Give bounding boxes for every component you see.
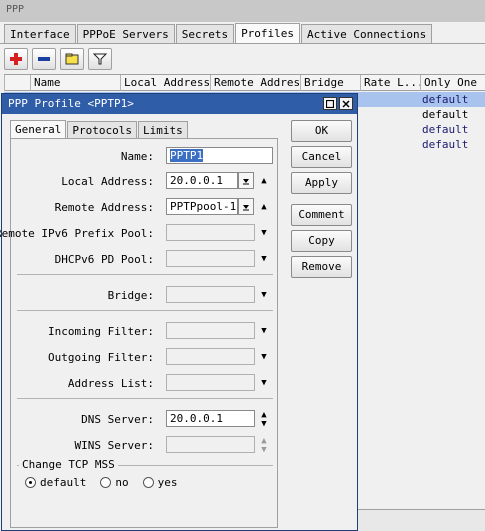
name-label: Name:	[120, 150, 154, 163]
remote-address-dropdown[interactable]	[238, 198, 254, 215]
radio-selected-icon	[25, 477, 36, 488]
local-address-label: Local Address:	[61, 175, 154, 188]
radio-yes[interactable]: yes	[142, 476, 178, 489]
only-one-cell: default	[422, 93, 469, 106]
comment-button[interactable]: Comment	[291, 204, 352, 226]
tabs-divider	[0, 43, 485, 44]
incoming-filter-input[interactable]	[166, 322, 255, 339]
minus-icon	[38, 57, 50, 61]
main-tabs: Interface PPPoE Servers Secrets Profiles…	[4, 23, 433, 44]
status-bar	[358, 509, 485, 531]
expand-down-arrow-icon[interactable]: ▼	[258, 289, 270, 301]
address-list-label: Address List:	[67, 377, 154, 390]
maximize-icon	[326, 99, 334, 108]
expand-down-arrow-icon[interactable]: ▼	[258, 351, 270, 363]
ppp-profile-dialog: PPP Profile <PPTP1> General Protocols Li…	[0, 93, 358, 531]
bridge-input[interactable]	[166, 286, 255, 303]
ok-button[interactable]: OK	[291, 120, 352, 142]
wins-server-label: WINS Server:	[74, 439, 154, 452]
only-one-cell: default	[422, 123, 469, 136]
dropdown-arrow-icon	[243, 204, 249, 210]
section-divider	[17, 310, 273, 311]
tab-profiles[interactable]: Profiles	[235, 23, 301, 44]
tcp-mss-group-label: Change TCP MSS	[19, 458, 118, 471]
add-button[interactable]	[4, 48, 28, 70]
table-header: Name Local Address Remote Address Bridge…	[4, 74, 485, 91]
tab-limits[interactable]: Limits	[137, 121, 188, 138]
copy-button[interactable]: Copy	[291, 230, 352, 252]
collapse-up-arrow-icon[interactable]: ▲	[258, 175, 270, 187]
expand-down-arrow-icon[interactable]: ▼	[258, 227, 270, 239]
tab-active-connections[interactable]: Active Connections	[301, 24, 433, 44]
name-value: PPTP1	[170, 149, 204, 162]
only-one-cell: default	[422, 108, 469, 121]
ipv6-pool-input[interactable]	[166, 224, 255, 241]
name-input[interactable]: PPTP1	[166, 147, 273, 164]
radio-unselected-icon	[142, 477, 154, 488]
remote-address-label: Remote Address:	[54, 201, 154, 214]
outgoing-filter-input[interactable]	[166, 348, 255, 365]
tab-general[interactable]: General	[10, 120, 67, 138]
outgoing-filter-label: Outgoing Filter:	[48, 351, 154, 364]
filter-button[interactable]	[88, 48, 112, 70]
radio-label: default	[40, 476, 87, 489]
close-icon	[342, 99, 350, 108]
move-down-arrow-icon[interactable]: ▼	[258, 418, 270, 430]
dropdown-arrow-icon	[243, 178, 249, 184]
close-button[interactable]	[339, 97, 353, 110]
column-header-only-one[interactable]: Only One	[420, 75, 485, 91]
plus-icon	[10, 53, 22, 65]
tab-pppoe-servers[interactable]: PPPoE Servers	[76, 24, 175, 44]
ipv6-pool-label: Remote IPv6 Prefix Pool:	[0, 227, 154, 240]
note-icon	[65, 53, 79, 65]
column-header-local-address[interactable]: Local Address	[120, 75, 210, 91]
radio-label: yes	[157, 476, 178, 489]
only-one-cell: default	[422, 138, 469, 151]
tab-secrets[interactable]: Secrets	[175, 24, 235, 44]
dhcpv6-pool-label: DHCPv6 PD Pool:	[54, 253, 154, 266]
tab-protocols[interactable]: Protocols	[67, 121, 137, 138]
expand-down-arrow-icon[interactable]: ▼	[258, 377, 270, 389]
local-address-input[interactable]: 20.0.0.1	[166, 172, 238, 189]
expand-down-arrow-icon[interactable]: ▼	[258, 325, 270, 337]
tab-interface[interactable]: Interface	[4, 24, 76, 44]
radio-unselected-icon	[100, 477, 112, 488]
filter-icon	[93, 53, 107, 65]
bridge-label: Bridge:	[107, 289, 154, 302]
section-divider	[17, 274, 273, 275]
dialog-tabs: General Protocols Limits	[10, 120, 189, 138]
radio-no[interactable]: no	[100, 476, 129, 489]
cancel-button[interactable]: Cancel	[291, 146, 352, 168]
section-divider	[17, 398, 273, 399]
toolbar	[4, 48, 112, 70]
dialog-title-bar[interactable]: PPP Profile <PPTP1>	[2, 94, 357, 114]
column-header-blank	[4, 75, 30, 91]
dns-server-label: DNS Server:	[81, 413, 154, 426]
apply-button[interactable]: Apply	[291, 172, 352, 194]
address-list-input[interactable]	[166, 374, 255, 391]
incoming-filter-label: Incoming Filter:	[48, 325, 154, 338]
comment-button[interactable]	[60, 48, 84, 70]
column-header-bridge[interactable]: Bridge	[300, 75, 360, 91]
move-down-arrow-icon: ▼	[261, 445, 267, 455]
expand-down-arrow-icon[interactable]: ▼	[258, 253, 270, 265]
remove-button[interactable]: Remove	[291, 256, 352, 278]
window-title: PPP	[0, 0, 485, 22]
dns-server-input[interactable]: 20.0.0.1	[166, 410, 255, 427]
collapse-up-arrow-icon[interactable]: ▲	[258, 201, 270, 213]
tcp-mss-options: default no yes	[25, 476, 177, 489]
maximize-button[interactable]	[323, 97, 337, 110]
remote-address-input[interactable]: PPTPpool-1	[166, 198, 238, 215]
dialog-title: PPP Profile <PPTP1>	[8, 97, 134, 110]
column-header-rate-limit[interactable]: Rate L...	[360, 75, 420, 91]
column-header-remote-address[interactable]: Remote Address	[210, 75, 300, 91]
radio-label: no	[115, 476, 129, 489]
wins-server-input[interactable]	[166, 436, 255, 453]
column-header-name[interactable]: Name	[30, 75, 120, 91]
general-panel: Name: PPTP1 Local Address: 20.0.0.1 ▲ Re…	[0, 138, 278, 528]
radio-default[interactable]: default	[25, 476, 86, 489]
dhcpv6-pool-input[interactable]	[166, 250, 255, 267]
local-address-dropdown[interactable]	[238, 172, 254, 189]
remove-button[interactable]	[32, 48, 56, 70]
